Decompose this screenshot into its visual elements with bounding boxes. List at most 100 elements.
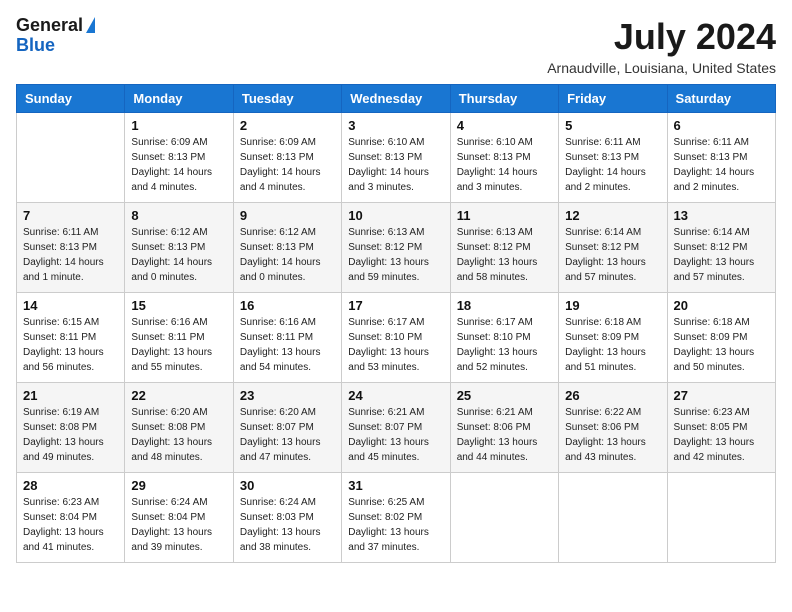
day-number: 21	[23, 388, 118, 403]
calendar-cell: 3 Sunrise: 6:10 AM Sunset: 8:13 PM Daylig…	[342, 113, 450, 203]
logo-triangle-icon	[86, 17, 95, 33]
day-info: Sunrise: 6:23 AM Sunset: 8:04 PM Dayligh…	[23, 495, 118, 555]
day-number: 30	[240, 478, 335, 493]
day-info: Sunrise: 6:16 AM Sunset: 8:11 PM Dayligh…	[131, 315, 226, 375]
day-number: 28	[23, 478, 118, 493]
day-number: 25	[457, 388, 552, 403]
calendar-cell: 16 Sunrise: 6:16 AM Sunset: 8:11 PM Dayli…	[233, 293, 341, 383]
day-number: 1	[131, 118, 226, 133]
day-info: Sunrise: 6:12 AM Sunset: 8:13 PM Dayligh…	[131, 225, 226, 285]
logo-blue: Blue	[16, 36, 95, 56]
day-number: 10	[348, 208, 443, 223]
day-info: Sunrise: 6:19 AM Sunset: 8:08 PM Dayligh…	[23, 405, 118, 465]
calendar-cell: 23 Sunrise: 6:20 AM Sunset: 8:07 PM Dayli…	[233, 383, 341, 473]
day-number: 5	[565, 118, 660, 133]
calendar-cell: 12 Sunrise: 6:14 AM Sunset: 8:12 PM Dayli…	[559, 203, 667, 293]
calendar-subtitle: Arnaudville, Louisiana, United States	[547, 60, 776, 76]
weekday-header-friday: Friday	[559, 85, 667, 113]
calendar-cell: 14Sunrise: 6:15 AM Sunset: 8:11 PM Dayli…	[17, 293, 125, 383]
day-info: Sunrise: 6:13 AM Sunset: 8:12 PM Dayligh…	[348, 225, 443, 285]
day-info: Sunrise: 6:23 AM Sunset: 8:05 PM Dayligh…	[674, 405, 769, 465]
calendar-cell: 7 Sunrise: 6:11 AM Sunset: 8:13 PM Daylig…	[17, 203, 125, 293]
day-number: 4	[457, 118, 552, 133]
calendar-cell: 26Sunrise: 6:22 AM Sunset: 8:06 PM Dayli…	[559, 383, 667, 473]
day-info: Sunrise: 6:22 AM Sunset: 8:06 PM Dayligh…	[565, 405, 660, 465]
calendar-cell: 13 Sunrise: 6:14 AM Sunset: 8:12 PM Dayli…	[667, 203, 775, 293]
day-info: Sunrise: 6:18 AM Sunset: 8:09 PM Dayligh…	[565, 315, 660, 375]
day-number: 22	[131, 388, 226, 403]
day-info: Sunrise: 6:17 AM Sunset: 8:10 PM Dayligh…	[457, 315, 552, 375]
weekday-header-wednesday: Wednesday	[342, 85, 450, 113]
day-number: 27	[674, 388, 769, 403]
calendar-cell: 25 Sunrise: 6:21 AM Sunset: 8:06 PM Dayli…	[450, 383, 558, 473]
day-number: 20	[674, 298, 769, 313]
day-info: Sunrise: 6:10 AM Sunset: 8:13 PM Dayligh…	[457, 135, 552, 195]
day-number: 2	[240, 118, 335, 133]
calendar-cell: 8 Sunrise: 6:12 AM Sunset: 8:13 PM Daylig…	[125, 203, 233, 293]
day-info: Sunrise: 6:14 AM Sunset: 8:12 PM Dayligh…	[565, 225, 660, 285]
day-info: Sunrise: 6:21 AM Sunset: 8:07 PM Dayligh…	[348, 405, 443, 465]
calendar-cell: 15 Sunrise: 6:16 AM Sunset: 8:11 PM Dayli…	[125, 293, 233, 383]
day-number: 18	[457, 298, 552, 313]
day-info: Sunrise: 6:11 AM Sunset: 8:13 PM Dayligh…	[674, 135, 769, 195]
day-info: Sunrise: 6:13 AM Sunset: 8:12 PM Dayligh…	[457, 225, 552, 285]
day-number: 19	[565, 298, 660, 313]
day-info: Sunrise: 6:24 AM Sunset: 8:03 PM Dayligh…	[240, 495, 335, 555]
calendar-cell: 21 Sunrise: 6:19 AM Sunset: 8:08 PM Dayli…	[17, 383, 125, 473]
calendar-cell: 4 Sunrise: 6:10 AM Sunset: 8:13 PM Daylig…	[450, 113, 558, 203]
calendar-cell: 20 Sunrise: 6:18 AM Sunset: 8:09 PM Dayli…	[667, 293, 775, 383]
day-number: 7	[23, 208, 118, 223]
day-info: Sunrise: 6:14 AM Sunset: 8:12 PM Dayligh…	[674, 225, 769, 285]
logo: General Blue	[16, 16, 95, 56]
day-number: 24	[348, 388, 443, 403]
calendar-cell: 10 Sunrise: 6:13 AM Sunset: 8:12 PM Dayli…	[342, 203, 450, 293]
day-number: 3	[348, 118, 443, 133]
calendar-cell: 18 Sunrise: 6:17 AM Sunset: 8:10 PM Dayli…	[450, 293, 558, 383]
title-area: July 2024 Arnaudville, Louisiana, United…	[547, 16, 776, 76]
calendar-cell: 28 Sunrise: 6:23 AM Sunset: 8:04 PM Dayli…	[17, 473, 125, 563]
header: General Blue July 2024 Arnaudville, Loui…	[16, 16, 776, 76]
day-info: Sunrise: 6:10 AM Sunset: 8:13 PM Dayligh…	[348, 135, 443, 195]
calendar-cell: 9Sunrise: 6:12 AM Sunset: 8:13 PM Daylig…	[233, 203, 341, 293]
calendar-cell: 17 Sunrise: 6:17 AM Sunset: 8:10 PM Dayli…	[342, 293, 450, 383]
day-number: 15	[131, 298, 226, 313]
day-info: Sunrise: 6:20 AM Sunset: 8:07 PM Dayligh…	[240, 405, 335, 465]
day-number: 14	[23, 298, 118, 313]
day-number: 11	[457, 208, 552, 223]
day-info: Sunrise: 6:11 AM Sunset: 8:13 PM Dayligh…	[565, 135, 660, 195]
day-info: Sunrise: 6:24 AM Sunset: 8:04 PM Dayligh…	[131, 495, 226, 555]
day-number: 23	[240, 388, 335, 403]
day-number: 17	[348, 298, 443, 313]
calendar-cell: 5 Sunrise: 6:11 AM Sunset: 8:13 PM Daylig…	[559, 113, 667, 203]
calendar-cell: 1 Sunrise: 6:09 AM Sunset: 8:13 PM Daylig…	[125, 113, 233, 203]
weekday-header-tuesday: Tuesday	[233, 85, 341, 113]
day-info: Sunrise: 6:09 AM Sunset: 8:13 PM Dayligh…	[240, 135, 335, 195]
weekday-header-monday: Monday	[125, 85, 233, 113]
calendar-cell: 11 Sunrise: 6:13 AM Sunset: 8:12 PM Dayli…	[450, 203, 558, 293]
weekday-header-thursday: Thursday	[450, 85, 558, 113]
calendar-cell	[667, 473, 775, 563]
day-number: 13	[674, 208, 769, 223]
calendar-cell	[17, 113, 125, 203]
calendar-cell: 6 Sunrise: 6:11 AM Sunset: 8:13 PM Daylig…	[667, 113, 775, 203]
day-info: Sunrise: 6:16 AM Sunset: 8:11 PM Dayligh…	[240, 315, 335, 375]
logo-general: General	[16, 16, 83, 36]
day-number: 9	[240, 208, 335, 223]
calendar-cell: 24 Sunrise: 6:21 AM Sunset: 8:07 PM Dayli…	[342, 383, 450, 473]
day-info: Sunrise: 6:11 AM Sunset: 8:13 PM Dayligh…	[23, 225, 118, 285]
day-info: Sunrise: 6:18 AM Sunset: 8:09 PM Dayligh…	[674, 315, 769, 375]
calendar-cell: 2 Sunrise: 6:09 AM Sunset: 8:13 PM Daylig…	[233, 113, 341, 203]
day-info: Sunrise: 6:17 AM Sunset: 8:10 PM Dayligh…	[348, 315, 443, 375]
day-number: 6	[674, 118, 769, 133]
calendar-cell	[559, 473, 667, 563]
day-info: Sunrise: 6:21 AM Sunset: 8:06 PM Dayligh…	[457, 405, 552, 465]
calendar-table: SundayMondayTuesdayWednesdayThursdayFrid…	[16, 84, 776, 563]
calendar-cell: 27 Sunrise: 6:23 AM Sunset: 8:05 PM Dayli…	[667, 383, 775, 473]
day-number: 8	[131, 208, 226, 223]
day-info: Sunrise: 6:09 AM Sunset: 8:13 PM Dayligh…	[131, 135, 226, 195]
day-number: 12	[565, 208, 660, 223]
day-number: 16	[240, 298, 335, 313]
weekday-header-sunday: Sunday	[17, 85, 125, 113]
calendar-cell: 30 Sunrise: 6:24 AM Sunset: 8:03 PM Dayli…	[233, 473, 341, 563]
calendar-cell: 31Sunrise: 6:25 AM Sunset: 8:02 PM Dayli…	[342, 473, 450, 563]
